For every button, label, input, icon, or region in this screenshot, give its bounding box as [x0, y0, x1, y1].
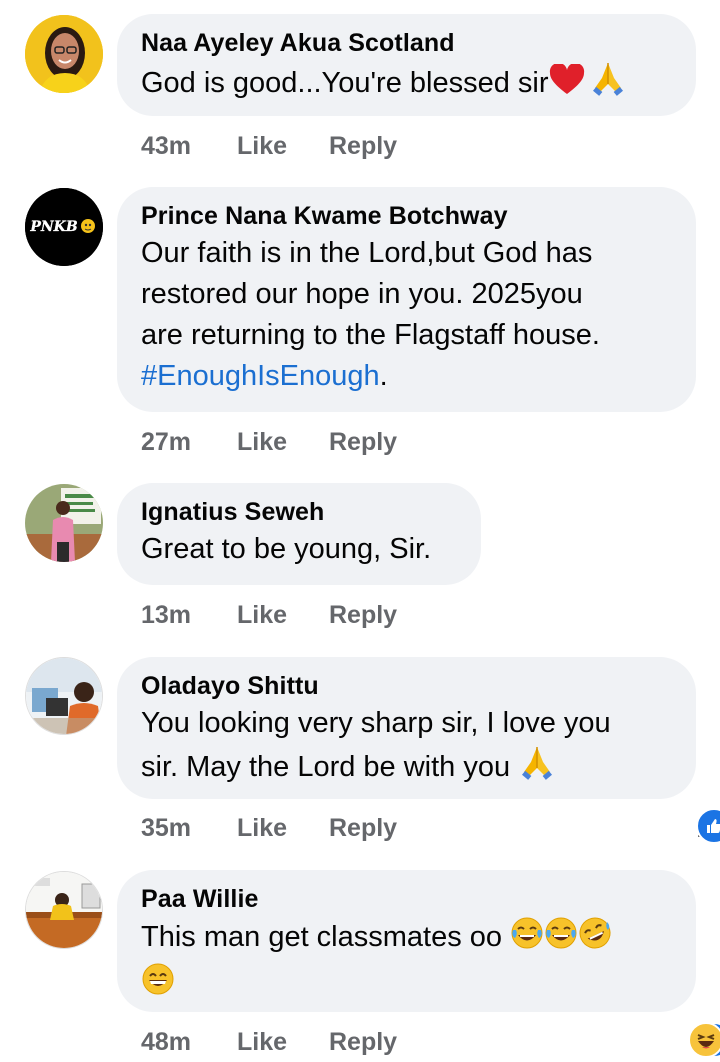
comment-author[interactable]: Oladayo Shittu	[141, 671, 672, 701]
comment-text-line: #EnoughIsEnough.	[141, 356, 672, 397]
hashtag-link[interactable]: #EnoughIsEnough	[141, 360, 380, 392]
comment-time[interactable]: 35m	[141, 808, 191, 848]
comment-text-line: This man get classmates oo	[141, 916, 672, 962]
rolling-laughing-icon	[578, 916, 612, 962]
like-button[interactable]: Like	[237, 808, 287, 848]
comment-author[interactable]: Paa Willie	[141, 884, 672, 914]
avatar[interactable]	[25, 484, 103, 562]
hashtag-suffix: .	[379, 360, 388, 392]
like-button[interactable]: Like	[237, 422, 287, 462]
red-heart-icon	[549, 62, 585, 108]
avatar[interactable]	[25, 657, 103, 735]
reply-button[interactable]: Reply	[329, 808, 397, 848]
comment-text: Great to be young, Sir.	[141, 533, 432, 565]
avatar-logo: PNKB	[25, 188, 103, 266]
avatar-photo	[25, 484, 103, 562]
folded-hands-icon	[589, 60, 627, 108]
comment-actions: 48m Like Reply 2	[141, 1022, 720, 1062]
comment-bubble: Ignatius Seweh Great to be young, Sir.	[117, 483, 481, 585]
comment-text-line-content: sir. May the Lord be with you	[141, 751, 511, 783]
avatar[interactable]	[25, 15, 103, 93]
comment-actions: 35m Like Reply 1	[141, 808, 720, 848]
comment-author[interactable]: Ignatius Seweh	[141, 497, 457, 527]
reply-button[interactable]: Reply	[329, 595, 397, 635]
comment-text-row: God is good...You're blessed sir	[141, 60, 672, 108]
comment-text-line: Our faith is in the Lord,but God has	[141, 237, 593, 269]
grinning-face-icon	[141, 962, 175, 1008]
comment-bubble: Paa Willie This man get classmates oo	[117, 870, 696, 1012]
reply-button[interactable]: Reply	[329, 422, 397, 462]
comment-bubble: Naa Ayeley Akua Scotland God is good...Y…	[117, 14, 696, 116]
avatar-photo	[26, 658, 102, 734]
comment-text: You looking very sharp sir, I love you s…	[141, 703, 672, 792]
comment-time[interactable]: 48m	[141, 1022, 191, 1062]
comment-author[interactable]: Prince Nana Kwame Botchway	[141, 201, 672, 231]
avatar-photo	[26, 872, 102, 948]
comment-time[interactable]: 43m	[141, 126, 191, 166]
comment-text-line-content: This man get classmates oo	[141, 921, 503, 953]
comment-author[interactable]: Naa Ayeley Akua Scotland	[141, 28, 672, 58]
reply-button[interactable]: Reply	[329, 126, 397, 166]
comment-text-line: sir. May the Lord be with you	[141, 744, 672, 792]
like-button[interactable]: Like	[237, 595, 287, 635]
tears-of-joy-icon	[544, 916, 578, 962]
comment-text-line: are returning to the Flagstaff house.	[141, 319, 600, 351]
like-button[interactable]: Like	[237, 126, 287, 166]
avatar-photo	[25, 15, 103, 93]
comment-text-line: restored our hope in you. 2025you	[141, 278, 583, 310]
comment-bubble: Prince Nana Kwame Botchway Our faith is …	[117, 187, 696, 412]
comment-text: God is good...You're blessed sir	[141, 67, 549, 99]
svg-text:PNKB: PNKB	[29, 219, 77, 235]
comment-text-line	[141, 962, 672, 1008]
comment-bubble: Oladayo Shittu You looking very sharp si…	[117, 657, 696, 799]
avatar[interactable]	[25, 871, 103, 949]
comment-text: Our faith is in the Lord,but God has res…	[141, 233, 672, 397]
comment-time[interactable]: 13m	[141, 595, 191, 635]
avatar[interactable]: PNKB	[25, 188, 103, 266]
haha-icon	[688, 1022, 720, 1058]
reply-button[interactable]: Reply	[329, 1022, 397, 1062]
tears-of-joy-icon	[510, 916, 544, 962]
like-button[interactable]: Like	[237, 1022, 287, 1062]
folded-hands-icon	[518, 744, 556, 792]
comment-text-line: You looking very sharp sir, I love you	[141, 707, 611, 739]
comment-time[interactable]: 27m	[141, 422, 191, 462]
comment-text: This man get classmates oo	[141, 916, 672, 1008]
